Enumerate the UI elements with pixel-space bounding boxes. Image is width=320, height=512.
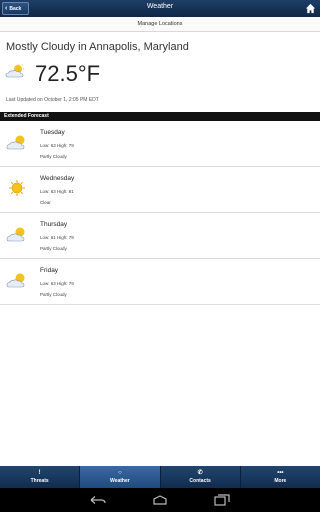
forecast-day: Thursday [40, 221, 68, 228]
recent-apps-icon [214, 494, 230, 506]
forecast-day: Friday [40, 267, 59, 274]
action-bar: ‹ Back Weather [0, 0, 320, 17]
forecast-low-high: Low: 63 High: 79 [40, 281, 74, 286]
forecast-condition: Clear [40, 200, 51, 205]
sun-icon [9, 180, 25, 196]
forecast-row-thursday[interactable]: Thursday Low: 61 High: 79 Partly Cloudy [0, 213, 320, 259]
alert-icon: ! [38, 470, 41, 476]
system-nav-bar [0, 488, 320, 512]
forecast-row-wednesday[interactable]: Wednesday Low: 63 High: 81 Clear [0, 167, 320, 213]
page-title: Weather [146, 3, 174, 10]
phone-icon: ✆ [197, 470, 203, 476]
tab-contacts[interactable]: ✆ Contacts [161, 466, 241, 488]
home-icon [153, 495, 167, 505]
nav-back-button[interactable] [89, 493, 107, 507]
home-icon[interactable] [305, 3, 316, 14]
bottom-tab-bar: ! Threats ○ Weather ✆ Contacts ••• More [0, 466, 320, 488]
forecast-condition: Partly Cloudy [40, 246, 67, 251]
current-temperature: 72.5°F [35, 61, 101, 86]
forecast-row-friday[interactable]: Friday Low: 63 High: 79 Partly Cloudy [0, 259, 320, 305]
forecast-condition: Partly Cloudy [40, 292, 67, 297]
current-conditions-title: Mostly Cloudy in Annapolis, Maryland [6, 41, 189, 53]
forecast-low-high: Low: 63 High: 79 [40, 143, 74, 148]
nav-recents-button[interactable] [213, 493, 231, 507]
more-dots-icon: ••• [277, 470, 284, 476]
forecast-day: Wednesday [40, 175, 75, 182]
forecast-condition: Partly Cloudy [40, 154, 67, 159]
forecast-day: Tuesday [40, 129, 65, 136]
circle-icon: ○ [118, 470, 122, 476]
forecast-list: Tuesday Low: 63 High: 79 Partly Cloudy W… [0, 121, 320, 305]
manage-locations-button[interactable]: Manage Locations [0, 17, 320, 32]
extended-forecast-header: Extended Forecast [0, 112, 320, 121]
nav-home-button[interactable] [151, 493, 169, 507]
tab-label: More [274, 478, 287, 484]
forecast-row-tuesday[interactable]: Tuesday Low: 63 High: 79 Partly Cloudy [0, 121, 320, 167]
tab-more[interactable]: ••• More [241, 466, 320, 488]
partly-cloudy-icon [6, 135, 25, 150]
back-arrow-icon [90, 496, 106, 504]
forecast-low-high: Low: 63 High: 81 [40, 189, 74, 194]
tab-label: Threats [30, 478, 49, 484]
tab-threats[interactable]: ! Threats [0, 466, 81, 488]
partly-cloudy-icon [6, 227, 25, 242]
partly-cloudy-icon [6, 273, 25, 288]
last-updated-text: Last Updated on October 1, 2:05 PM EDT [6, 97, 99, 103]
partly-cloudy-icon [5, 64, 24, 78]
tab-label: Weather [110, 478, 130, 484]
tab-weather[interactable]: ○ Weather [80, 466, 161, 488]
tab-label: Contacts [189, 478, 211, 484]
forecast-low-high: Low: 61 High: 79 [40, 235, 74, 240]
